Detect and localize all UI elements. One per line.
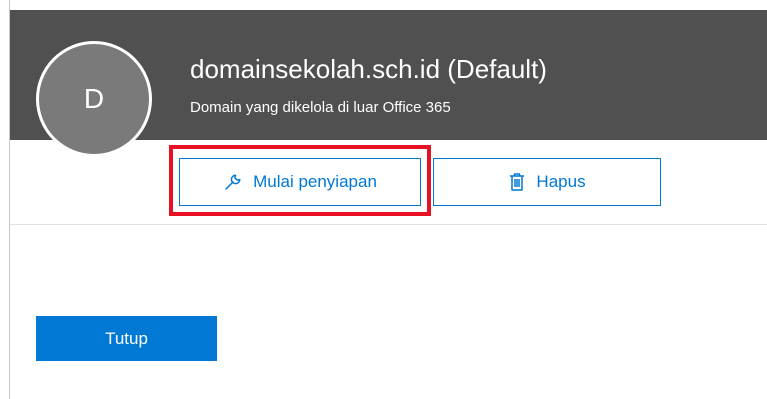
highlight-box bbox=[169, 145, 431, 216]
avatar-letter: D bbox=[83, 83, 105, 114]
delete-label: Hapus bbox=[536, 172, 586, 191]
page-subtitle: Domain yang dikelola di luar Office 365 bbox=[190, 99, 451, 116]
close-label: Tutup bbox=[105, 328, 148, 348]
divider bbox=[10, 224, 767, 225]
close-button[interactable]: Tutup bbox=[36, 316, 217, 361]
trash-icon bbox=[508, 172, 526, 192]
delete-button[interactable]: Hapus bbox=[433, 158, 661, 206]
page-title: domainsekolah.sch.id (Default) bbox=[190, 54, 547, 84]
avatar: D bbox=[36, 41, 152, 157]
